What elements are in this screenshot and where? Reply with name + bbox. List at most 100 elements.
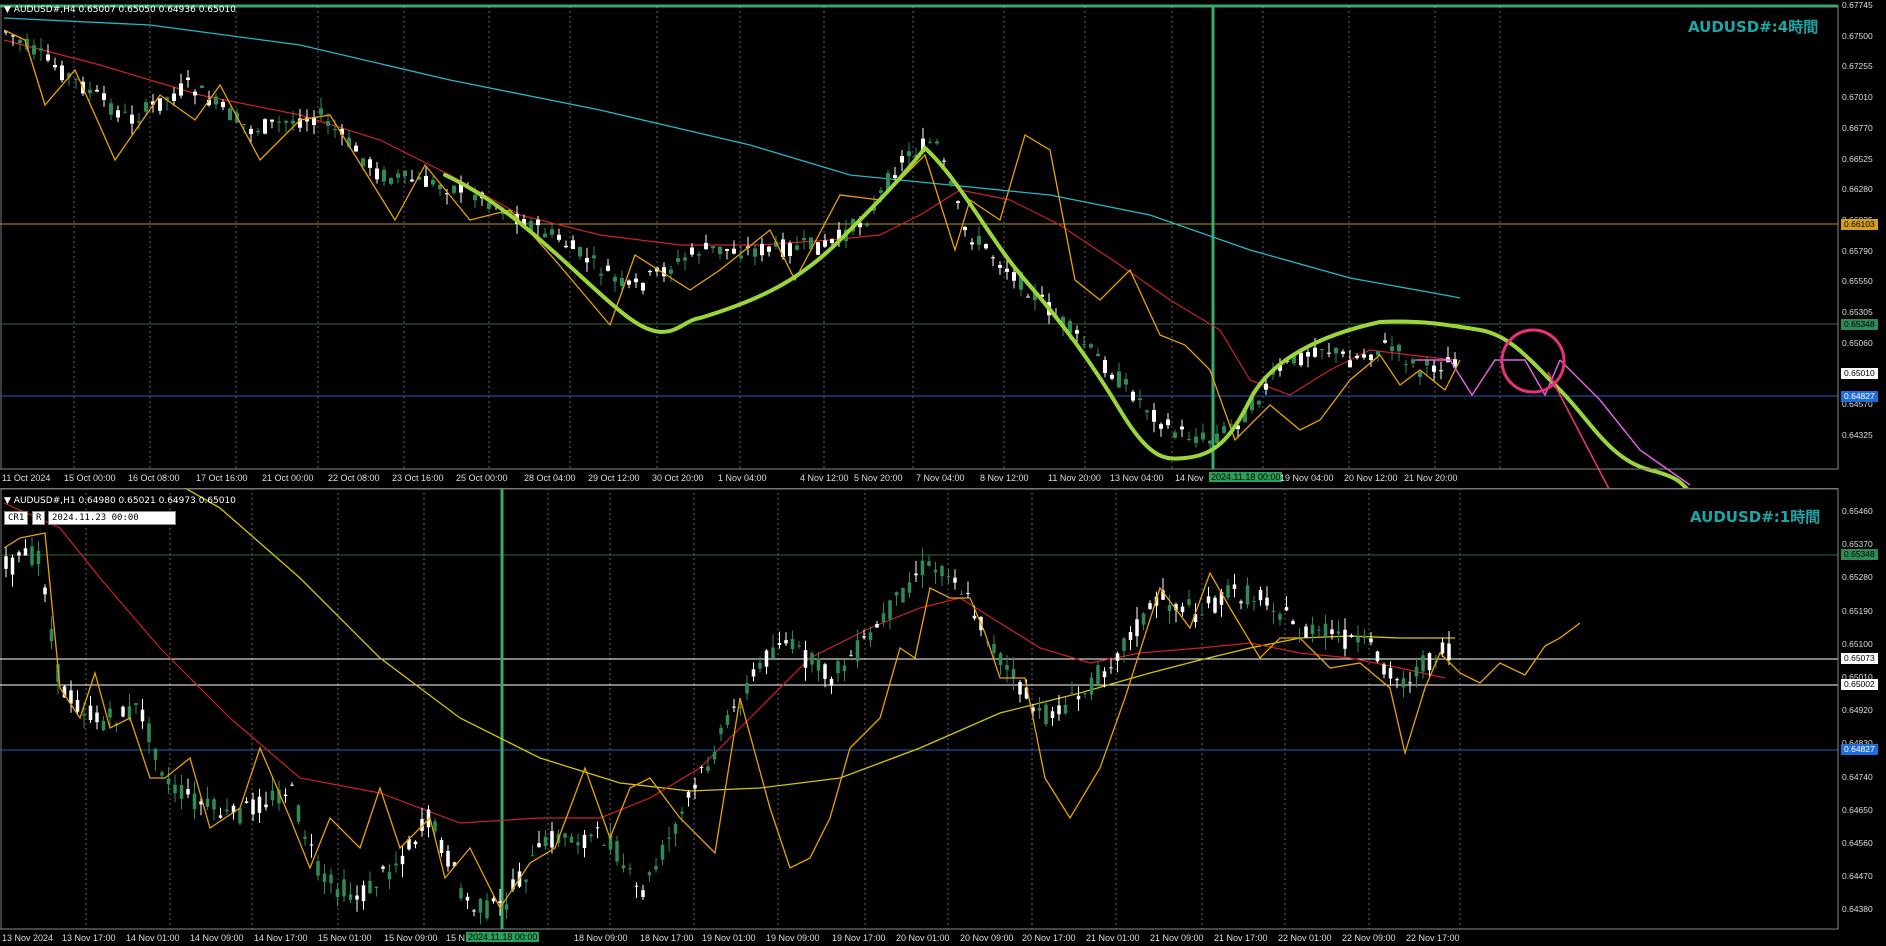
projected-path <box>1559 359 1691 486</box>
candle-body <box>1135 619 1139 637</box>
candle-body <box>472 910 476 912</box>
candle-body <box>400 855 405 865</box>
candle-body <box>23 548 28 556</box>
candle-body <box>977 236 981 245</box>
price-tick-label: 0.67500 <box>1842 30 1873 41</box>
candle-body <box>606 265 610 271</box>
price-tick-label: 0.66770 <box>1842 122 1873 133</box>
candle-body <box>1291 620 1295 625</box>
candle-body <box>1109 667 1113 669</box>
candle-body <box>1239 601 1243 604</box>
candle-body <box>676 258 680 262</box>
candle-body <box>368 159 372 168</box>
candle-body <box>1278 614 1282 620</box>
candle-body <box>1063 704 1068 714</box>
candle-body <box>718 246 722 255</box>
candle-body <box>17 552 21 556</box>
candle-body <box>803 650 808 668</box>
candle-body <box>1447 643 1451 661</box>
candle-body <box>620 277 624 287</box>
candle-body <box>256 130 260 133</box>
candle-body <box>1439 370 1443 372</box>
candle-body <box>4 556 8 569</box>
candle-body <box>569 836 574 843</box>
candle-body <box>1317 629 1321 631</box>
time-tick-label: 15 N <box>446 933 466 943</box>
candle-body <box>1075 330 1079 334</box>
chart-menu-icon[interactable]: ▼ <box>4 5 11 15</box>
candle-body <box>697 254 701 256</box>
candle-body <box>316 861 320 876</box>
candle-body <box>634 885 639 887</box>
candle-body <box>478 898 483 913</box>
candle-body <box>60 65 64 81</box>
time-tick-label: 4 Nov 12:00 <box>800 473 849 483</box>
candle-body <box>1362 635 1367 639</box>
candle-body <box>192 793 197 810</box>
time-tick-label: 15 Nov 09:00 <box>384 933 438 943</box>
candle-body <box>1187 599 1191 605</box>
candle-body <box>251 799 255 815</box>
candle-body <box>144 102 148 112</box>
price-tick-label: 0.64380 <box>1842 904 1873 915</box>
candle-body <box>46 54 50 61</box>
candle-body <box>354 145 358 152</box>
candle-body <box>1284 607 1289 611</box>
candle-body <box>745 683 749 694</box>
candle-body <box>875 624 879 628</box>
candle-body <box>1050 711 1055 718</box>
candle-body <box>1145 410 1149 413</box>
candle-body <box>95 712 99 723</box>
candle-body <box>641 283 645 291</box>
candle-body <box>498 901 502 904</box>
candle-body <box>970 242 974 245</box>
candle-body <box>984 244 988 249</box>
candle-body <box>264 804 268 808</box>
time-tick-label: 2024.11.18 00:00 <box>1209 472 1283 482</box>
candle-body <box>1334 348 1338 354</box>
candle-body <box>1012 272 1016 281</box>
candle-body <box>1082 344 1086 346</box>
candle-body <box>485 900 489 919</box>
candle-body <box>221 101 225 108</box>
time-tick-label: 18 Nov 09:00 <box>574 933 628 943</box>
candle-body <box>43 587 47 595</box>
price-tick-label: 0.65060 <box>1842 337 1873 348</box>
candle-body <box>816 658 821 671</box>
candle-body <box>214 96 218 105</box>
candle-body <box>218 815 223 818</box>
candle-body <box>1076 695 1081 700</box>
candle-body <box>901 588 905 603</box>
chart-h1-canvas[interactable] <box>0 488 1886 946</box>
chart-h1-panel[interactable]: ▼ AUDUSD#,H1 0.64980 0.65021 0.64973 0.6… <box>0 488 1886 946</box>
candle-body <box>212 799 216 810</box>
candle-body <box>795 245 799 250</box>
candle-body <box>374 886 379 889</box>
candle-body <box>382 169 386 182</box>
candle-body <box>1180 426 1184 430</box>
candle-body <box>530 855 535 857</box>
candle-body <box>186 788 190 795</box>
moving-average-slow <box>3 17 1461 299</box>
candle-body <box>303 836 307 839</box>
chart-menu-icon[interactable]: ▼ <box>4 496 11 506</box>
chart-h4-panel[interactable]: ▼ AUDUSD#,H4 0.65007 0.65050 0.64936 0.6… <box>0 0 1886 488</box>
candle-body <box>767 246 771 252</box>
crosshair-r-button[interactable]: R <box>32 511 46 525</box>
zigzag-line <box>3 532 1581 910</box>
candle-body <box>900 156 904 163</box>
price-tick-label: 0.64470 <box>1842 871 1873 882</box>
candle-body <box>1313 347 1317 357</box>
time-tick-label: 7 Nov 04:00 <box>916 473 965 483</box>
candle-body <box>1005 268 1009 272</box>
candle-body <box>1110 374 1114 379</box>
candle-body <box>660 844 665 860</box>
crosshair-label[interactable]: CR1 <box>4 511 29 525</box>
candle-body <box>290 784 294 786</box>
candle-body <box>564 245 568 248</box>
chart-h4-canvas[interactable] <box>0 0 1886 488</box>
candle-body <box>1375 651 1380 662</box>
candle-body <box>1180 606 1185 613</box>
time-tick-label: 21 Nov 20:00 <box>1404 473 1458 483</box>
candle-body <box>894 592 899 596</box>
